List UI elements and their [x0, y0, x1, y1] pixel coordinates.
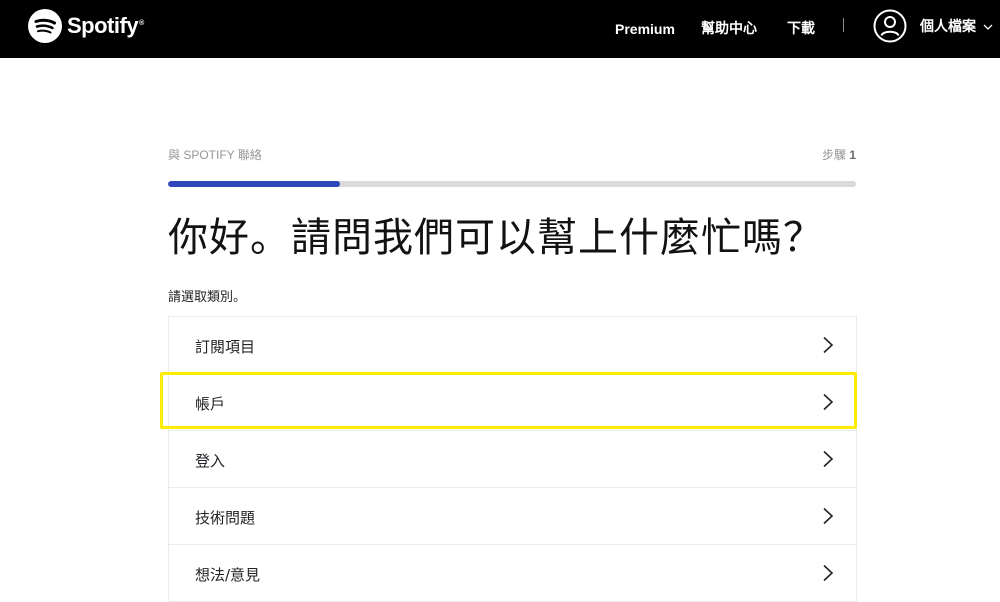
nav-divider — [843, 18, 844, 32]
category-label: 想法/意見 — [195, 566, 261, 584]
page-title: 你好。請問我們可以幫上什麼忙嗎？ — [168, 215, 824, 261]
nav-download-link[interactable]: 下載 — [787, 0, 815, 58]
category-label: 帳戶 — [195, 395, 226, 413]
step-indicator: 步驟 1 — [822, 146, 856, 163]
category-label: 訂閱項目 — [195, 338, 256, 356]
user-avatar-icon — [873, 9, 907, 43]
spotify-logo-link[interactable]: Spotify® — [28, 9, 144, 43]
category-prompt: 請選取類別。 — [168, 290, 247, 305]
category-technical-issues[interactable]: 技術問題 — [169, 488, 856, 545]
category-list: 訂閱項目 帳戶 登入 技術問題 想法/意見 — [168, 316, 857, 602]
nav-help-center-link[interactable]: 幫助中心 — [701, 0, 757, 58]
category-label: 技術問題 — [195, 509, 256, 527]
brand-wordmark: Spotify® — [67, 13, 144, 38]
progress-fill — [168, 181, 340, 187]
registered-mark: ® — [139, 19, 144, 27]
category-login[interactable]: 登入 — [169, 431, 856, 488]
category-label: 登入 — [195, 452, 226, 470]
spotify-logo-icon — [28, 9, 62, 43]
progress-bar — [168, 181, 856, 187]
category-account[interactable]: 帳戶 — [169, 374, 856, 431]
step-prefix: 步驟 — [821, 148, 846, 162]
chevron-right-icon — [823, 450, 834, 468]
category-subscription[interactable]: 訂閱項目 — [169, 317, 856, 374]
chevron-right-icon — [823, 507, 834, 525]
chevron-right-icon — [823, 336, 834, 354]
category-feedback[interactable]: 想法/意見 — [169, 545, 856, 602]
chevron-right-icon — [823, 564, 834, 582]
step-number: 1 — [849, 148, 856, 162]
top-nav-bar: Spotify® Premium 幫助中心 下載 個人檔案 — [0, 0, 1000, 58]
chevron-right-icon — [823, 393, 834, 411]
nav-premium-link[interactable]: Premium — [615, 0, 675, 58]
step-title: 與 SPOTIFY 聯絡 — [168, 148, 262, 162]
chevron-down-icon — [983, 24, 993, 30]
profile-menu-button[interactable]: 個人檔案 — [873, 8, 993, 44]
profile-label: 個人檔案 — [920, 19, 976, 35]
